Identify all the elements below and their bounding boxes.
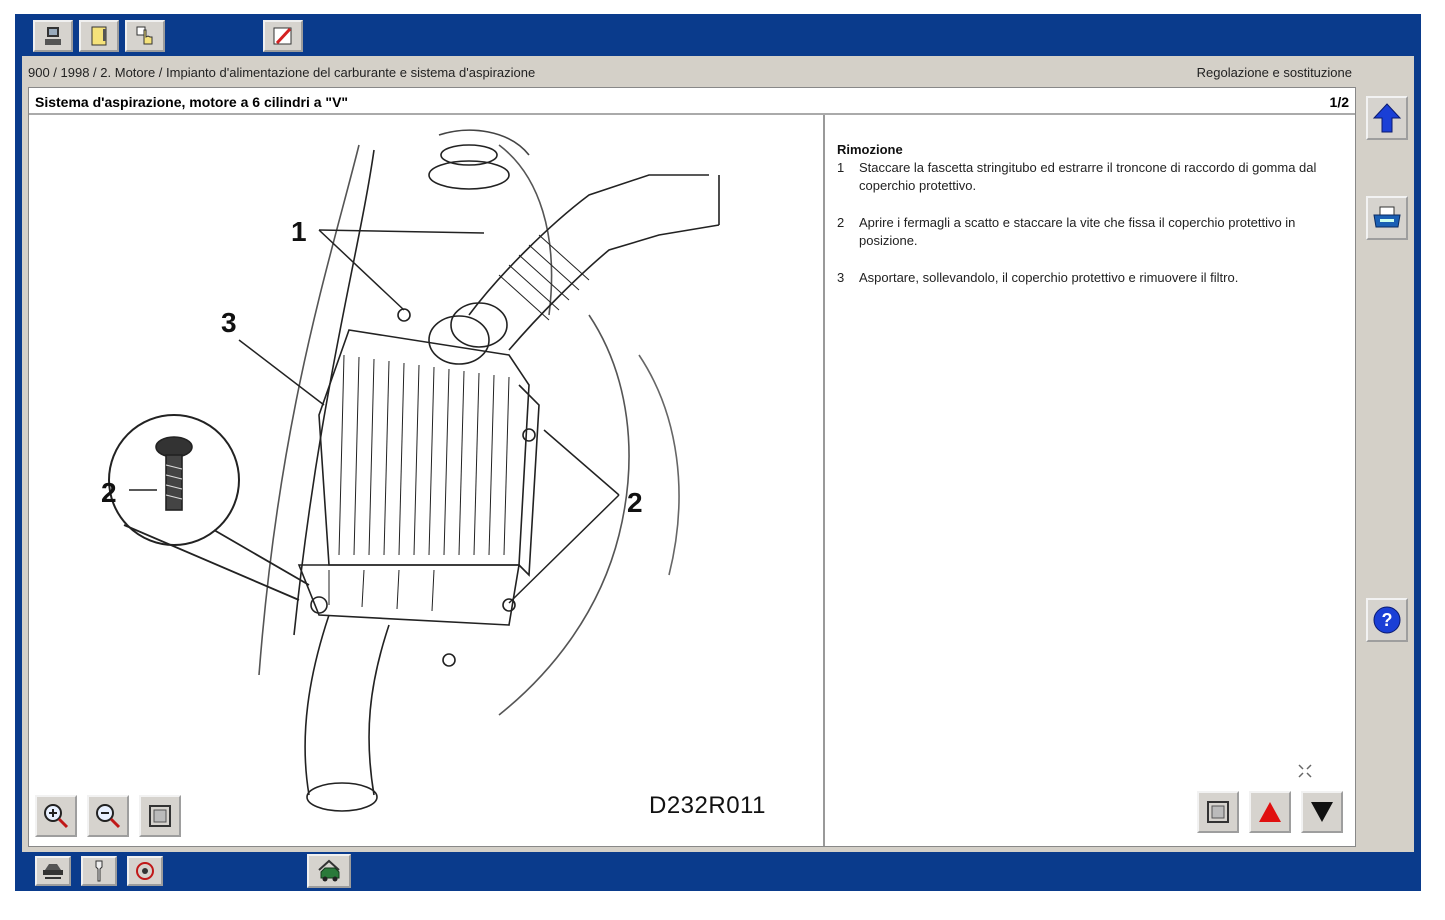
next-page-icon	[1311, 802, 1333, 822]
edit-pen-icon	[273, 27, 292, 45]
document-title: Sistema d'aspirazione, motore a 6 cilind…	[35, 94, 349, 110]
home-car-icon	[318, 859, 340, 882]
document-content: Sistema d'aspirazione, motore a 6 cilind…	[28, 87, 1356, 847]
page-indicator: 1/2	[1329, 94, 1349, 110]
step-text: Aprire i fermagli a scatto e staccare la…	[859, 215, 1296, 248]
step-number: 1	[837, 160, 845, 175]
home-car-button[interactable]	[307, 854, 351, 888]
expand-icon[interactable]	[1297, 763, 1313, 779]
hand-pointer-icon	[136, 26, 153, 45]
document-button[interactable]	[79, 20, 119, 52]
next-page-button[interactable]	[1301, 791, 1343, 833]
help-button[interactable]: ?	[1366, 598, 1408, 642]
air-intake-illustration: 1 3 2 2	[101, 129, 720, 812]
hand-pointer-button[interactable]	[125, 20, 165, 52]
edit-pen-button[interactable]	[263, 20, 303, 52]
fit-window-icon	[1207, 801, 1229, 823]
callout-2-right: 2	[627, 487, 643, 518]
up-button[interactable]	[1366, 96, 1408, 140]
callout-2-left: 2	[101, 477, 117, 508]
application-window: 900 / 1998 / 2. Motore / Impianto d'alim…	[15, 14, 1421, 891]
instruction-step: 1 Staccare la fascetta stringitubo ed es…	[837, 159, 1347, 195]
breadcrumb: 900 / 1998 / 2. Motore / Impianto d'alim…	[28, 65, 536, 80]
previous-page-icon	[1259, 802, 1281, 822]
previous-page-button[interactable]	[1249, 791, 1291, 833]
zoom-out-icon	[96, 804, 121, 829]
wrench-icon	[95, 860, 103, 882]
zoom-in-button[interactable]	[35, 795, 77, 837]
illustration-pane: 1 3 2 2 D232R011	[29, 115, 825, 846]
print-icon	[1373, 206, 1401, 228]
document-title-bar: Sistema d'aspirazione, motore a 6 cilind…	[29, 88, 1355, 115]
arrow-up-icon	[1372, 103, 1402, 133]
instruction-step: 2 Aprire i fermagli a scatto e staccare …	[837, 214, 1347, 250]
callout-3: 3	[221, 307, 237, 338]
wrench-button[interactable]	[81, 856, 117, 886]
help-icon: ?	[1373, 606, 1401, 634]
step-number: 3	[837, 270, 845, 285]
vehicle-tools-button[interactable]	[35, 856, 71, 886]
zoom-in-icon	[44, 804, 69, 829]
computer-button[interactable]	[33, 20, 73, 52]
illustration-code: D232R011	[649, 792, 766, 819]
computer-icon	[45, 27, 61, 45]
top-toolbar	[15, 14, 1421, 56]
print-button[interactable]	[1366, 196, 1408, 240]
fit-text-button[interactable]	[1197, 791, 1239, 833]
instruction-step: 3 Asportare, sollevandolo, il coperchio …	[837, 269, 1347, 287]
instruction-list: 1 Staccare la fascetta stringitubo ed es…	[837, 159, 1347, 306]
bottom-toolbar	[15, 852, 1421, 891]
header-row: 900 / 1998 / 2. Motore / Impianto d'alim…	[22, 56, 1358, 86]
svg-text:?: ?	[1382, 610, 1393, 630]
diagnostic-button[interactable]	[127, 856, 163, 886]
vehicle-tools-icon	[43, 864, 63, 879]
right-sidebar: ?	[1358, 56, 1414, 852]
instructions-pane: Rimozione 1 Staccare la fascetta stringi…	[827, 115, 1355, 846]
diagnostic-icon	[136, 862, 154, 880]
main-panel: 900 / 1998 / 2. Motore / Impianto d'alim…	[22, 56, 1414, 852]
step-text: Staccare la fascetta stringitubo ed estr…	[859, 160, 1317, 193]
fit-image-button[interactable]	[139, 795, 181, 837]
step-number: 2	[837, 215, 845, 230]
instructions-heading: Rimozione	[837, 142, 903, 157]
section-label: Regolazione e sostituzione	[1196, 65, 1352, 80]
zoom-out-button[interactable]	[87, 795, 129, 837]
document-icon	[91, 26, 107, 46]
callout-1: 1	[291, 216, 307, 247]
step-text: Asportare, sollevandolo, il coperchio pr…	[859, 270, 1239, 285]
fit-window-icon	[149, 805, 171, 827]
